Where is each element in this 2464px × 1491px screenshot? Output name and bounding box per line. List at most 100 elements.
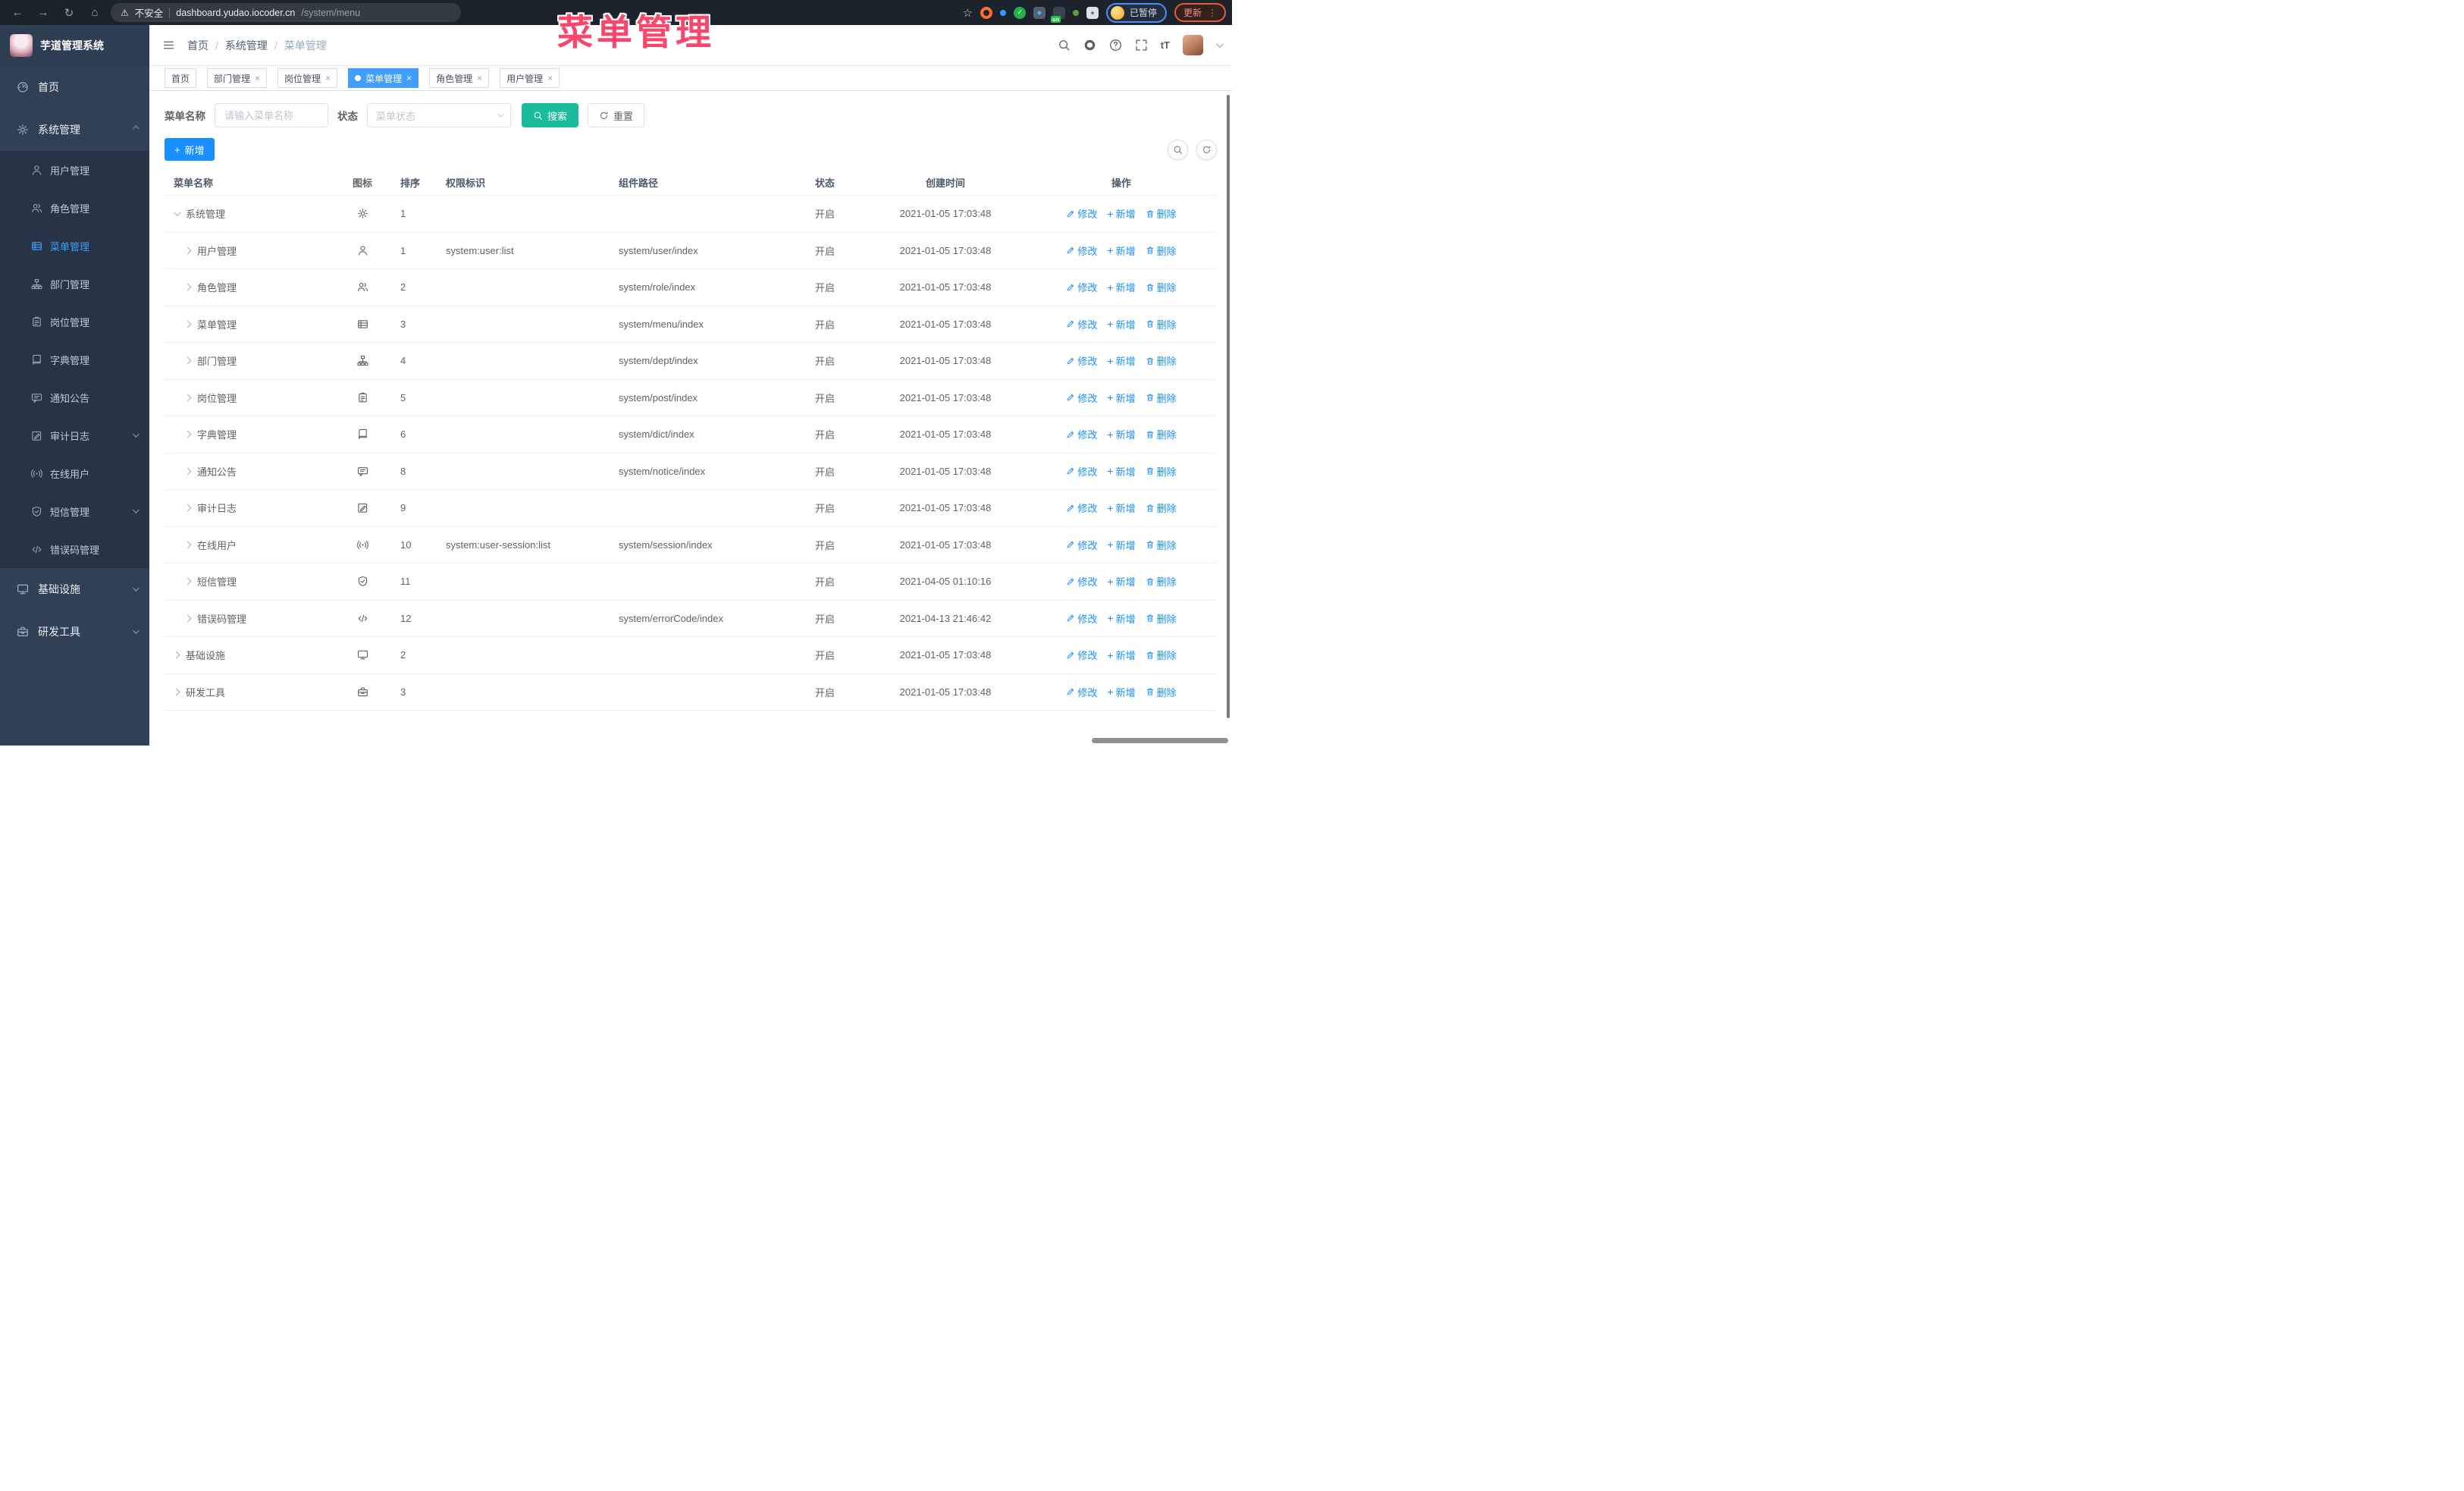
horizontal-scrollbar[interactable] xyxy=(1092,738,1228,743)
sidebar-item-在线用户[interactable]: 在线用户 xyxy=(0,454,149,492)
edit-action[interactable]: 修改 xyxy=(1066,353,1097,368)
font-size-icon[interactable]: tT xyxy=(1161,39,1170,51)
profile-paused-pill[interactable]: 已暂停 xyxy=(1105,2,1167,23)
hamburger-icon[interactable] xyxy=(162,39,175,52)
extension-icon[interactable]: ◆ xyxy=(1033,6,1045,19)
edit-action[interactable]: 修改 xyxy=(1066,206,1097,221)
edit-action[interactable]: 修改 xyxy=(1066,685,1097,699)
delete-action[interactable]: 删除 xyxy=(1146,538,1177,552)
breadcrumb-system[interactable]: 系统管理 xyxy=(225,38,268,53)
add-action[interactable]: + 新增 xyxy=(1107,685,1135,699)
reset-button[interactable]: 重置 xyxy=(588,103,645,127)
tab-close-icon[interactable]: × xyxy=(255,74,260,83)
refresh-button[interactable] xyxy=(1196,139,1217,160)
browser-menu-icon[interactable]: ⋮ xyxy=(1208,8,1217,18)
expand-arrow-icon[interactable] xyxy=(183,320,192,328)
delete-action[interactable]: 删除 xyxy=(1146,464,1177,479)
expand-arrow-icon[interactable] xyxy=(183,541,192,549)
delete-action[interactable]: 删除 xyxy=(1146,611,1177,626)
sidebar-item-菜单管理[interactable]: 菜单管理 xyxy=(0,227,149,265)
delete-action[interactable]: 删除 xyxy=(1146,280,1177,294)
add-action[interactable]: + 新增 xyxy=(1107,611,1135,626)
delete-action[interactable]: 删除 xyxy=(1146,574,1177,589)
edit-action[interactable]: 修改 xyxy=(1066,243,1097,258)
delete-action[interactable]: 删除 xyxy=(1146,353,1177,368)
menu-name-input[interactable] xyxy=(215,103,328,127)
expand-arrow-icon[interactable] xyxy=(183,577,192,585)
expand-arrow-icon[interactable] xyxy=(183,283,192,291)
tab-岗位管理[interactable]: 岗位管理 × xyxy=(277,68,338,88)
extension-icon[interactable] xyxy=(980,6,992,19)
sidebar-item-错误码管理[interactable]: 错误码管理 xyxy=(0,530,149,568)
expand-arrow-icon[interactable] xyxy=(183,430,192,438)
edit-action[interactable]: 修改 xyxy=(1066,574,1097,589)
extension-icon[interactable]: + xyxy=(1086,6,1099,19)
extension-icon[interactable] xyxy=(1072,9,1079,16)
add-action[interactable]: + 新增 xyxy=(1107,243,1135,258)
add-action[interactable]: + 新增 xyxy=(1107,317,1135,331)
reload-icon[interactable]: ↻ xyxy=(62,6,76,20)
extension-icon[interactable]: ✓ xyxy=(1013,6,1026,19)
sidebar-item-系统管理[interactable]: 系统管理 xyxy=(0,108,149,151)
add-action[interactable]: + 新增 xyxy=(1107,391,1135,405)
sidebar-item-部门管理[interactable]: 部门管理 xyxy=(0,265,149,303)
tab-菜单管理[interactable]: 菜单管理 × xyxy=(348,68,419,88)
edit-action[interactable]: 修改 xyxy=(1066,464,1097,479)
app-logo[interactable]: 芋道管理系统 xyxy=(0,25,149,66)
github-icon[interactable] xyxy=(1083,39,1096,52)
tab-首页[interactable]: 首页 xyxy=(165,68,197,88)
tab-close-icon[interactable]: × xyxy=(477,74,482,83)
sidebar-item-通知公告[interactable]: 通知公告 xyxy=(0,378,149,416)
delete-action[interactable]: 删除 xyxy=(1146,427,1177,441)
edit-action[interactable]: 修改 xyxy=(1066,538,1097,552)
expand-arrow-icon[interactable] xyxy=(183,504,192,512)
edit-action[interactable]: 修改 xyxy=(1066,648,1097,662)
sidebar-item-角色管理[interactable]: 角色管理 xyxy=(0,189,149,227)
add-action[interactable]: + 新增 xyxy=(1107,574,1135,589)
sidebar-item-用户管理[interactable]: 用户管理 xyxy=(0,151,149,189)
expand-arrow-icon[interactable] xyxy=(183,614,192,623)
home-icon[interactable]: ⌂ xyxy=(88,6,102,20)
add-action[interactable]: + 新增 xyxy=(1107,648,1135,662)
add-action[interactable]: + 新增 xyxy=(1107,280,1135,294)
extension-icon[interactable]: on xyxy=(1050,6,1065,23)
vertical-scrollbar[interactable] xyxy=(1227,95,1230,718)
expand-arrow-icon[interactable] xyxy=(183,394,192,402)
forward-icon[interactable]: → xyxy=(36,6,50,20)
delete-action[interactable]: 删除 xyxy=(1146,317,1177,331)
back-icon[interactable]: ← xyxy=(11,6,24,20)
edit-action[interactable]: 修改 xyxy=(1066,501,1097,515)
sidebar-item-字典管理[interactable]: 字典管理 xyxy=(0,341,149,378)
help-icon[interactable] xyxy=(1109,39,1122,52)
sidebar-item-基础设施[interactable]: 基础设施 xyxy=(0,568,149,611)
sidebar-item-岗位管理[interactable]: 岗位管理 xyxy=(0,303,149,341)
fullscreen-icon[interactable] xyxy=(1135,39,1148,52)
status-select[interactable]: 菜单状态 xyxy=(367,103,511,127)
delete-action[interactable]: 删除 xyxy=(1146,243,1177,258)
delete-action[interactable]: 删除 xyxy=(1146,685,1177,699)
delete-action[interactable]: 删除 xyxy=(1146,501,1177,515)
edit-action[interactable]: 修改 xyxy=(1066,427,1097,441)
extension-icon[interactable] xyxy=(999,9,1006,16)
expand-arrow-icon[interactable] xyxy=(183,356,192,365)
edit-action[interactable]: 修改 xyxy=(1066,391,1097,405)
sidebar-item-研发工具[interactable]: 研发工具 xyxy=(0,611,149,653)
add-action[interactable]: + 新增 xyxy=(1107,427,1135,441)
search-button[interactable]: 搜索 xyxy=(522,103,579,127)
delete-action[interactable]: 删除 xyxy=(1146,391,1177,405)
search-icon[interactable] xyxy=(1058,39,1071,52)
tab-用户管理[interactable]: 用户管理 × xyxy=(500,68,560,88)
show-search-button[interactable] xyxy=(1168,139,1188,160)
edit-action[interactable]: 修改 xyxy=(1066,611,1097,626)
sidebar-item-首页[interactable]: 首页 xyxy=(0,66,149,108)
tab-部门管理[interactable]: 部门管理 × xyxy=(207,68,268,88)
add-button[interactable]: + 新增 xyxy=(165,138,215,161)
add-action[interactable]: + 新增 xyxy=(1107,206,1135,221)
tab-角色管理[interactable]: 角色管理 × xyxy=(429,68,490,88)
sidebar-item-短信管理[interactable]: 短信管理 xyxy=(0,492,149,530)
edit-action[interactable]: 修改 xyxy=(1066,317,1097,331)
sidebar-item-审计日志[interactable]: 审计日志 xyxy=(0,416,149,454)
add-action[interactable]: + 新增 xyxy=(1107,501,1135,515)
update-button[interactable]: 更新 ⋮ xyxy=(1174,3,1226,22)
bookmark-star-icon[interactable]: ☆ xyxy=(963,6,973,20)
